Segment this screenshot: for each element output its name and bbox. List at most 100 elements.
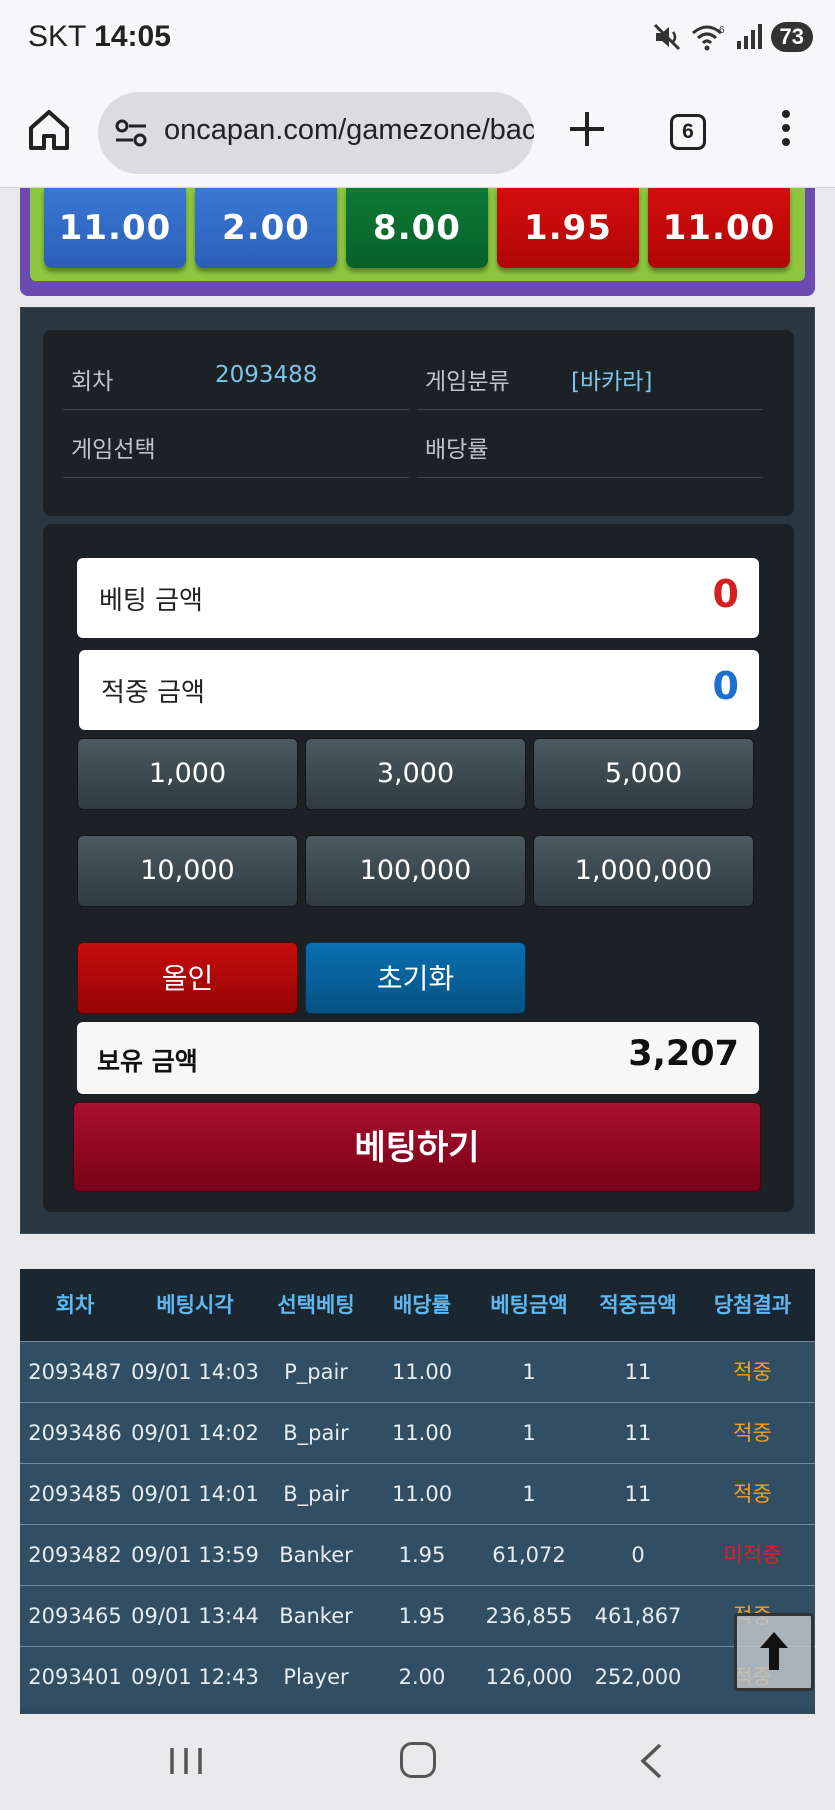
reset-button[interactable]: 초기화 <box>305 942 526 1014</box>
cell-win-amount: 11 <box>624 1482 652 1506</box>
cell-odds: 11.00 <box>391 1360 453 1384</box>
place-bet-button[interactable]: 베팅하기 <box>73 1102 761 1192</box>
column-header-bet-amount: 베팅금액 <box>490 1293 568 1317</box>
odds-button-player-pair[interactable]: 11.00 <box>44 188 186 268</box>
url-text[interactable]: oncapan.com/gamezone/baccarat <box>164 114 534 147</box>
arrow-up-icon <box>760 1632 788 1670</box>
info-selection-label: 게임선택 <box>71 437 156 463</box>
chip-button-5000[interactable]: 5,000 <box>533 738 754 810</box>
info-category: 게임분류 [바카라] <box>417 342 763 410</box>
cell-bet-time: 09/01 14:02 <box>131 1421 259 1445</box>
table-row: 2093482 09/01 13:59 Banker 1.95 61,072 0… <box>20 1524 815 1585</box>
column-header-round: 회차 <box>55 1293 95 1317</box>
cell-bet-amount: 236,855 <box>485 1604 573 1628</box>
status-icons: 6 73 <box>653 22 813 52</box>
cell-round: 2093465 <box>28 1604 122 1628</box>
odds-button-tie[interactable]: 8.00 <box>346 188 488 268</box>
win-amount-label: 적중 금액 <box>101 678 205 708</box>
cell-round: 2093486 <box>28 1421 122 1445</box>
cell-result: 적중 <box>733 1360 772 1384</box>
home-icon[interactable] <box>26 106 72 152</box>
battery-indicator: 73 <box>770 22 813 52</box>
all-in-button[interactable]: 올인 <box>77 942 298 1014</box>
tab-switcher-button[interactable]: 6 <box>670 114 706 150</box>
status-bar: SKT 14:05 6 73 <box>0 0 835 78</box>
betting-panel: 회차 2093488 게임분류 [바카라] 게임선택 배당률 베팅 금액 0 적… <box>20 307 815 1234</box>
nav-home-icon[interactable] <box>400 1742 436 1778</box>
cell-result: 적중 <box>733 1482 772 1506</box>
table-row: 2093485 09/01 14:01 B_pair 11.00 1 11 적중 <box>20 1463 815 1524</box>
cell-selection: Banker <box>279 1543 353 1567</box>
info-odds: 배당률 <box>417 410 763 478</box>
odds-button-banker[interactable]: 1.95 <box>497 188 639 268</box>
cell-win-amount: 0 <box>631 1543 645 1567</box>
cell-bet-amount: 1 <box>522 1482 536 1506</box>
info-category-label: 게임분류 <box>425 369 510 395</box>
cell-win-amount: 252,000 <box>594 1665 682 1689</box>
odds-button-player[interactable]: 2.00 <box>195 188 337 268</box>
cell-selection: Player <box>283 1665 349 1689</box>
recent-apps-icon[interactable] <box>168 1744 204 1778</box>
chip-button-100000[interactable]: 100,000 <box>305 835 526 907</box>
column-header-odds: 배당률 <box>393 1293 451 1317</box>
column-header-result: 당첨결과 <box>713 1293 792 1317</box>
table-row: 2093465 09/01 13:44 Banker 1.95 236,855 … <box>20 1585 815 1646</box>
win-amount-value: 0 <box>712 664 739 708</box>
site-settings-icon[interactable] <box>114 116 148 150</box>
cell-odds: 2.00 <box>398 1665 446 1689</box>
cell-round: 2093487 <box>28 1360 122 1384</box>
bet-amount-field[interactable]: 베팅 금액 0 <box>77 558 759 638</box>
wifi-icon: 6 <box>691 25 725 51</box>
info-round-label: 회차 <box>71 369 114 395</box>
scroll-to-top-button[interactable] <box>734 1613 814 1691</box>
info-round-value: 2093488 <box>215 362 318 388</box>
mute-icon <box>653 23 680 51</box>
cell-bet-time: 09/01 12:43 <box>131 1665 259 1689</box>
balance-value: 3,207 <box>628 1034 739 1074</box>
bet-amount-label: 베팅 금액 <box>99 586 203 616</box>
address-bar[interactable]: oncapan.com/gamezone/baccarat <box>98 92 534 174</box>
bet-form-card: 베팅 금액 0 적중 금액 0 1,000 3,000 5,000 10,000… <box>43 524 794 1212</box>
game-info-card: 회차 2093488 게임분류 [바카라] 게임선택 배당률 <box>43 330 794 516</box>
info-selection: 게임선택 <box>63 410 409 478</box>
column-header-selection: 선택베팅 <box>277 1293 355 1317</box>
system-navigation-bar <box>0 1714 835 1810</box>
cell-selection: P_pair <box>284 1360 348 1384</box>
cell-result: 미적중 <box>723 1543 782 1567</box>
cell-bet-amount: 1 <box>522 1360 536 1384</box>
browser-toolbar: oncapan.com/gamezone/baccarat 6 <box>0 78 835 188</box>
cell-bet-amount: 1 <box>522 1421 536 1445</box>
cell-win-amount: 11 <box>624 1421 652 1445</box>
new-tab-icon[interactable] <box>566 108 608 150</box>
back-icon[interactable] <box>636 1742 666 1780</box>
cell-bet-time: 09/01 14:01 <box>131 1482 259 1506</box>
info-odds-label: 배당률 <box>425 437 489 463</box>
column-header-win-amount: 적중금액 <box>599 1293 677 1317</box>
chip-button-1000[interactable]: 1,000 <box>77 738 298 810</box>
bet-history-table: 회차 베팅시각 선택베팅 배당률 베팅금액 적중금액 당첨결과 2093487 … <box>20 1269 815 1714</box>
win-amount-field: 적중 금액 0 <box>79 650 759 730</box>
cell-round: 2093485 <box>28 1482 122 1506</box>
table-row: 2093401 09/01 12:43 Player 2.00 126,000 … <box>20 1646 815 1707</box>
odds-panel-inner: 11.00 2.00 8.00 1.95 11.00 <box>30 188 805 281</box>
signal-icon <box>736 24 762 49</box>
odds-button-banker-pair[interactable]: 11.00 <box>648 188 790 268</box>
status-time: SKT 14:05 <box>28 20 171 54</box>
clock: 14:05 <box>94 20 171 53</box>
chip-button-1000000[interactable]: 1,000,000 <box>533 835 754 907</box>
cell-result: 적중 <box>733 1421 772 1445</box>
cell-odds: 1.95 <box>398 1543 446 1567</box>
cell-odds: 11.00 <box>391 1482 453 1506</box>
table-header: 회차 베팅시각 선택베팅 배당률 베팅금액 적중금액 당첨결과 <box>20 1269 815 1341</box>
wifi-badge: 6 <box>719 25 725 36</box>
bet-amount-value: 0 <box>712 572 739 616</box>
cell-round: 2093401 <box>28 1665 122 1689</box>
cell-bet-time: 09/01 13:44 <box>131 1604 259 1628</box>
cell-selection: B_pair <box>283 1421 349 1445</box>
balance-display: 보유 금액 3,207 <box>77 1022 759 1094</box>
cell-bet-time: 09/01 14:03 <box>131 1360 259 1384</box>
chip-button-10000[interactable]: 10,000 <box>77 835 298 907</box>
odds-panel: 11.00 2.00 8.00 1.95 11.00 <box>20 188 815 296</box>
chip-button-3000[interactable]: 3,000 <box>305 738 526 810</box>
more-menu-icon[interactable] <box>776 110 796 154</box>
